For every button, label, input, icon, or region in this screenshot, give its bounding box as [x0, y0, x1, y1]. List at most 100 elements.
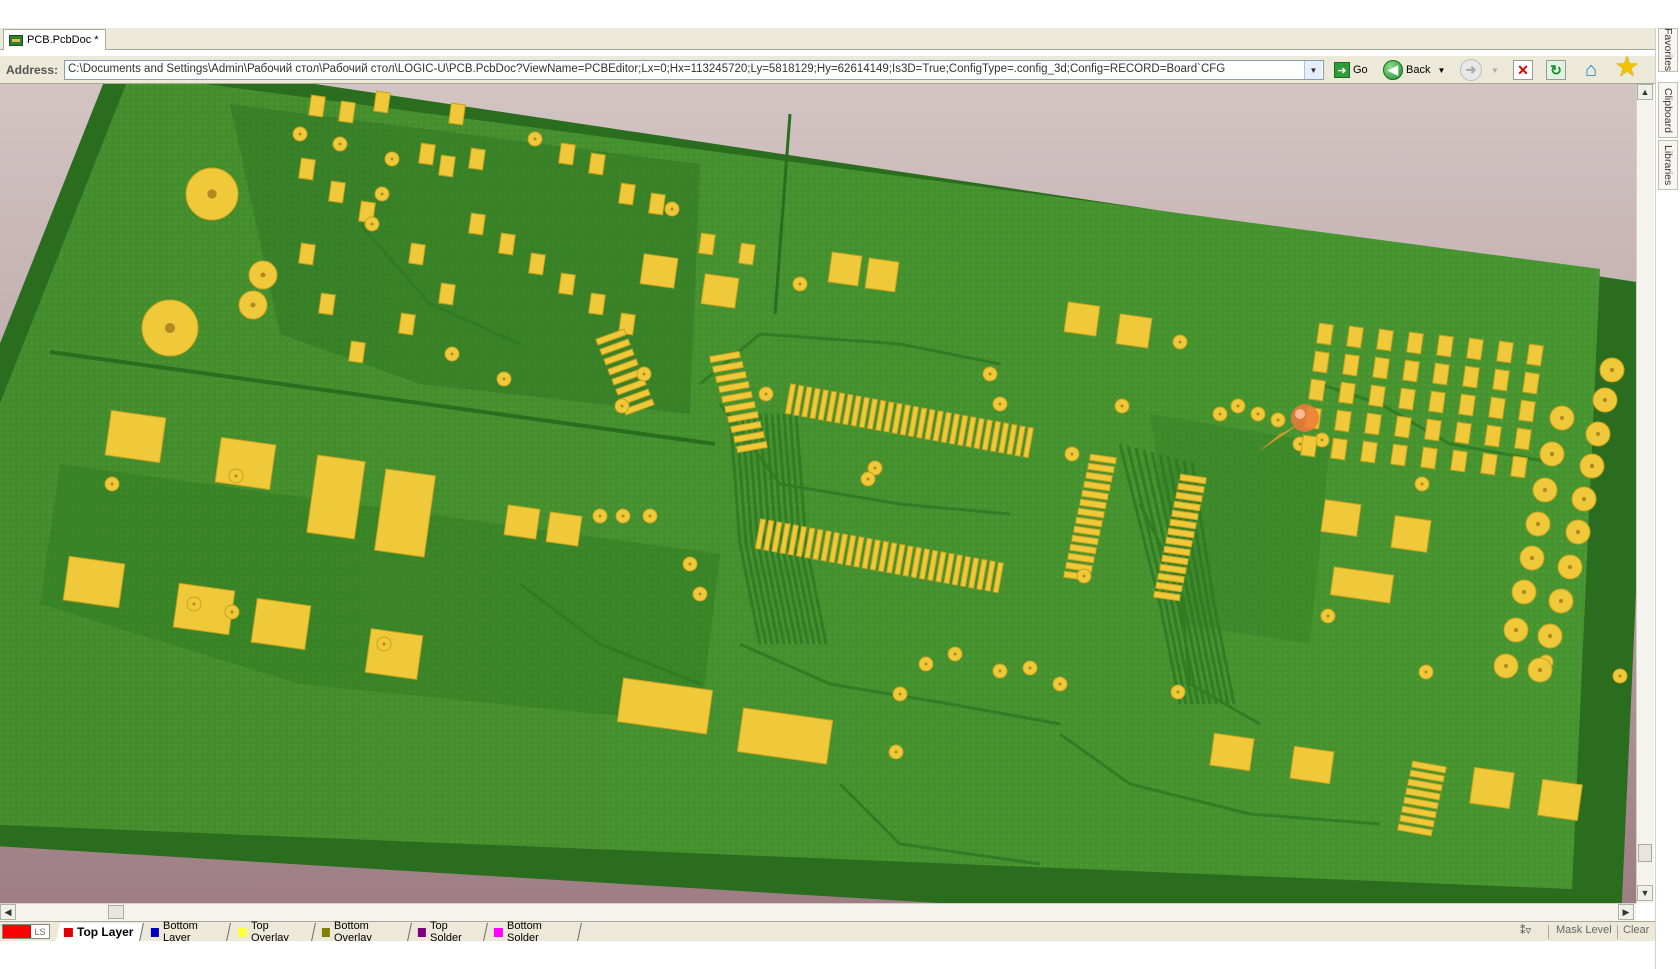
clear-button[interactable]: Clear: [1623, 924, 1649, 936]
horizontal-scrollbar[interactable]: ◀ ▶: [0, 903, 1636, 921]
back-label: Back: [1406, 64, 1431, 76]
stop-button[interactable]: ✕: [1513, 60, 1533, 80]
vertical-scroll-thumb[interactable]: [1638, 844, 1652, 862]
smd-pad: [1300, 434, 1318, 458]
smd-pad: [1518, 399, 1536, 423]
smd-pad: [214, 436, 277, 491]
smd-pad: [364, 628, 424, 680]
favorites-button[interactable]: ★: [1612, 51, 1642, 82]
scroll-up-button[interactable]: ▲: [1637, 84, 1653, 100]
side-panel-dock: Favorites Clipboard Libraries: [1655, 28, 1680, 969]
layer-set-label: LS: [31, 925, 49, 938]
smd-pad: [1394, 415, 1412, 439]
smd-pad: [1510, 455, 1528, 479]
layer-tab-bar: LS Top Layer Bottom Layer Top Overlay Botto…: [0, 920, 1655, 944]
current-layer-swatch[interactable]: LS: [2, 924, 50, 939]
smd-pad: [528, 252, 546, 276]
smd-pad: [348, 340, 366, 364]
address-input[interactable]: C:\Documents and Settings\Admin\Рабочий …: [64, 60, 1324, 80]
address-dropdown-button[interactable]: ▼: [1304, 61, 1322, 79]
pcb-document-icon: [9, 34, 23, 46]
mask-filter-icon[interactable]: ⁑▿: [1520, 924, 1531, 937]
smd-pad: [864, 257, 900, 293]
scroll-right-button[interactable]: ▶: [1618, 904, 1634, 920]
mask-level-button[interactable]: Mask Level: [1556, 924, 1612, 936]
smd-pad: [498, 232, 516, 256]
smd-pad: [1308, 378, 1326, 402]
layer-tab-bottom-overlay[interactable]: Bottom Overlay: [314, 920, 412, 944]
smd-pad: [1436, 334, 1454, 358]
forward-arrow-icon: ➜: [1460, 59, 1482, 81]
layer-tab-label: Top Layer: [77, 925, 134, 939]
pcb-3d-viewport[interactable]: [0, 84, 1636, 903]
smd-pad: [698, 232, 716, 256]
smd-pad: [1526, 343, 1544, 367]
forward-button[interactable]: ➜ ▼: [1460, 59, 1499, 81]
smd-pad: [1289, 745, 1335, 785]
smd-pad: [308, 94, 326, 118]
smd-pad: [639, 253, 679, 289]
pcb-editor-window: PCB.PcbDoc * Address: C:\Documents and S…: [0, 0, 1680, 969]
layer-tab-top-overlay[interactable]: Top Overlay: [230, 920, 316, 944]
layer-tab-top-solder[interactable]: Top Solder: [410, 920, 488, 944]
smd-pad: [468, 212, 486, 236]
libraries-panel-tab[interactable]: Libraries: [1658, 140, 1678, 190]
layer-tab-bottom-layer[interactable]: Bottom Layer: [143, 920, 231, 944]
stop-icon: ✕: [1513, 60, 1533, 80]
smd-pad: [1398, 387, 1416, 411]
scroll-down-button[interactable]: ▼: [1637, 885, 1653, 901]
smd-pad: [1514, 427, 1532, 451]
smd-pad: [438, 282, 456, 306]
clipboard-panel-tab[interactable]: Clipboard: [1658, 82, 1678, 138]
back-arrow-icon: ◀: [1383, 60, 1403, 80]
smd-pad: [318, 292, 336, 316]
smd-pad: [1496, 340, 1514, 364]
smd-pad: [306, 454, 366, 540]
smd-pad: [1312, 350, 1330, 374]
smd-pad: [62, 555, 126, 609]
smd-pad: [1537, 778, 1583, 822]
refresh-button[interactable]: ↻: [1546, 60, 1566, 80]
smd-pad: [618, 182, 636, 206]
smd-pad: [1469, 766, 1515, 810]
layer-tab-bottom-solder[interactable]: Bottom Solder: [486, 920, 582, 944]
smd-pad: [1320, 499, 1362, 537]
vertical-scrollbar[interactable]: ▲ ▼: [1636, 84, 1654, 903]
smd-pad: [1334, 409, 1352, 433]
layer-color-icon: [238, 927, 247, 937]
home-button[interactable]: ⌂: [1577, 59, 1605, 81]
smd-pad: [328, 180, 346, 204]
smd-pad: [545, 511, 583, 547]
smd-pad: [1432, 362, 1450, 386]
go-button[interactable]: ➜ Go: [1334, 60, 1368, 80]
scroll-left-button[interactable]: ◀: [0, 904, 16, 920]
smd-pad: [418, 142, 436, 166]
smd-pad: [1480, 452, 1498, 476]
smd-pad: [558, 272, 576, 296]
smd-pad: [1420, 446, 1438, 470]
smd-pad: [1402, 359, 1420, 383]
chevron-down-icon: ▼: [1309, 65, 1318, 75]
smd-pad: [503, 504, 541, 540]
refresh-icon: ↻: [1546, 60, 1566, 80]
favorites-panel-tab[interactable]: Favorites: [1658, 28, 1678, 72]
pcb-board-render: [0, 84, 1636, 903]
document-tab[interactable]: PCB.PcbDoc *: [3, 29, 106, 50]
smd-pad: [1360, 440, 1378, 464]
smd-pad: [338, 100, 356, 124]
smd-pad: [298, 157, 316, 181]
status-area: [0, 941, 1655, 969]
layer-color-icon: [418, 927, 427, 937]
back-button[interactable]: ◀ Back ▼: [1383, 60, 1445, 80]
smd-pad: [1368, 384, 1386, 408]
back-dropdown-icon[interactable]: ▼: [1437, 66, 1445, 75]
forward-dropdown-icon[interactable]: ▼: [1491, 66, 1499, 75]
smd-pad: [1450, 449, 1468, 473]
smd-pad: [1484, 424, 1502, 448]
document-tab-strip: PCB.PcbDoc *: [0, 28, 1655, 50]
layer-color-icon: [151, 927, 160, 937]
smd-pad: [1390, 515, 1432, 553]
smd-pad: [588, 292, 606, 316]
horizontal-scroll-thumb[interactable]: [108, 905, 124, 919]
layer-tab-top-layer[interactable]: Top Layer: [56, 923, 144, 941]
